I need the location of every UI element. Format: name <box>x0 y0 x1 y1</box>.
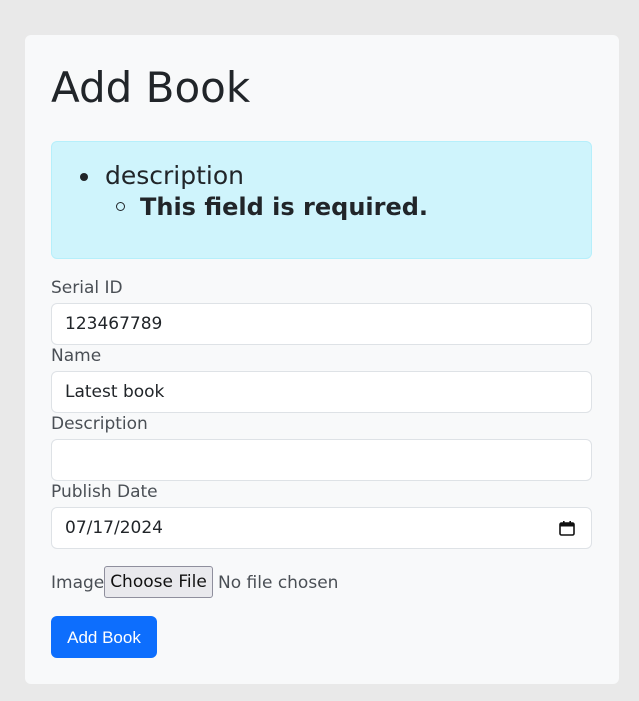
page-title: Add Book <box>51 63 251 112</box>
publish-date-input[interactable]: 07/17/2024 <box>51 507 592 549</box>
name-label: Name <box>51 346 102 366</box>
choose-file-button[interactable]: Choose File <box>104 566 213 598</box>
description-label: Description <box>51 414 148 434</box>
calendar-icon[interactable] <box>559 521 575 536</box>
serial-id-label: Serial ID <box>51 278 123 298</box>
form-card: Add Book description This field is requi… <box>25 35 619 684</box>
file-status-text: No file chosen <box>218 573 339 593</box>
add-book-button[interactable]: Add Book <box>51 616 157 658</box>
error-field-name: description <box>79 161 245 190</box>
publish-date-value: 07/17/2024 <box>65 518 163 538</box>
error-message: This field is required. <box>115 193 429 221</box>
publish-date-label: Publish Date <box>51 482 158 502</box>
image-label: Image <box>51 573 105 593</box>
serial-id-input[interactable]: 123467789 <box>51 303 592 345</box>
error-alert: description This field is required. <box>51 141 592 259</box>
description-input[interactable] <box>51 439 592 481</box>
name-input[interactable]: Latest book <box>51 371 592 413</box>
